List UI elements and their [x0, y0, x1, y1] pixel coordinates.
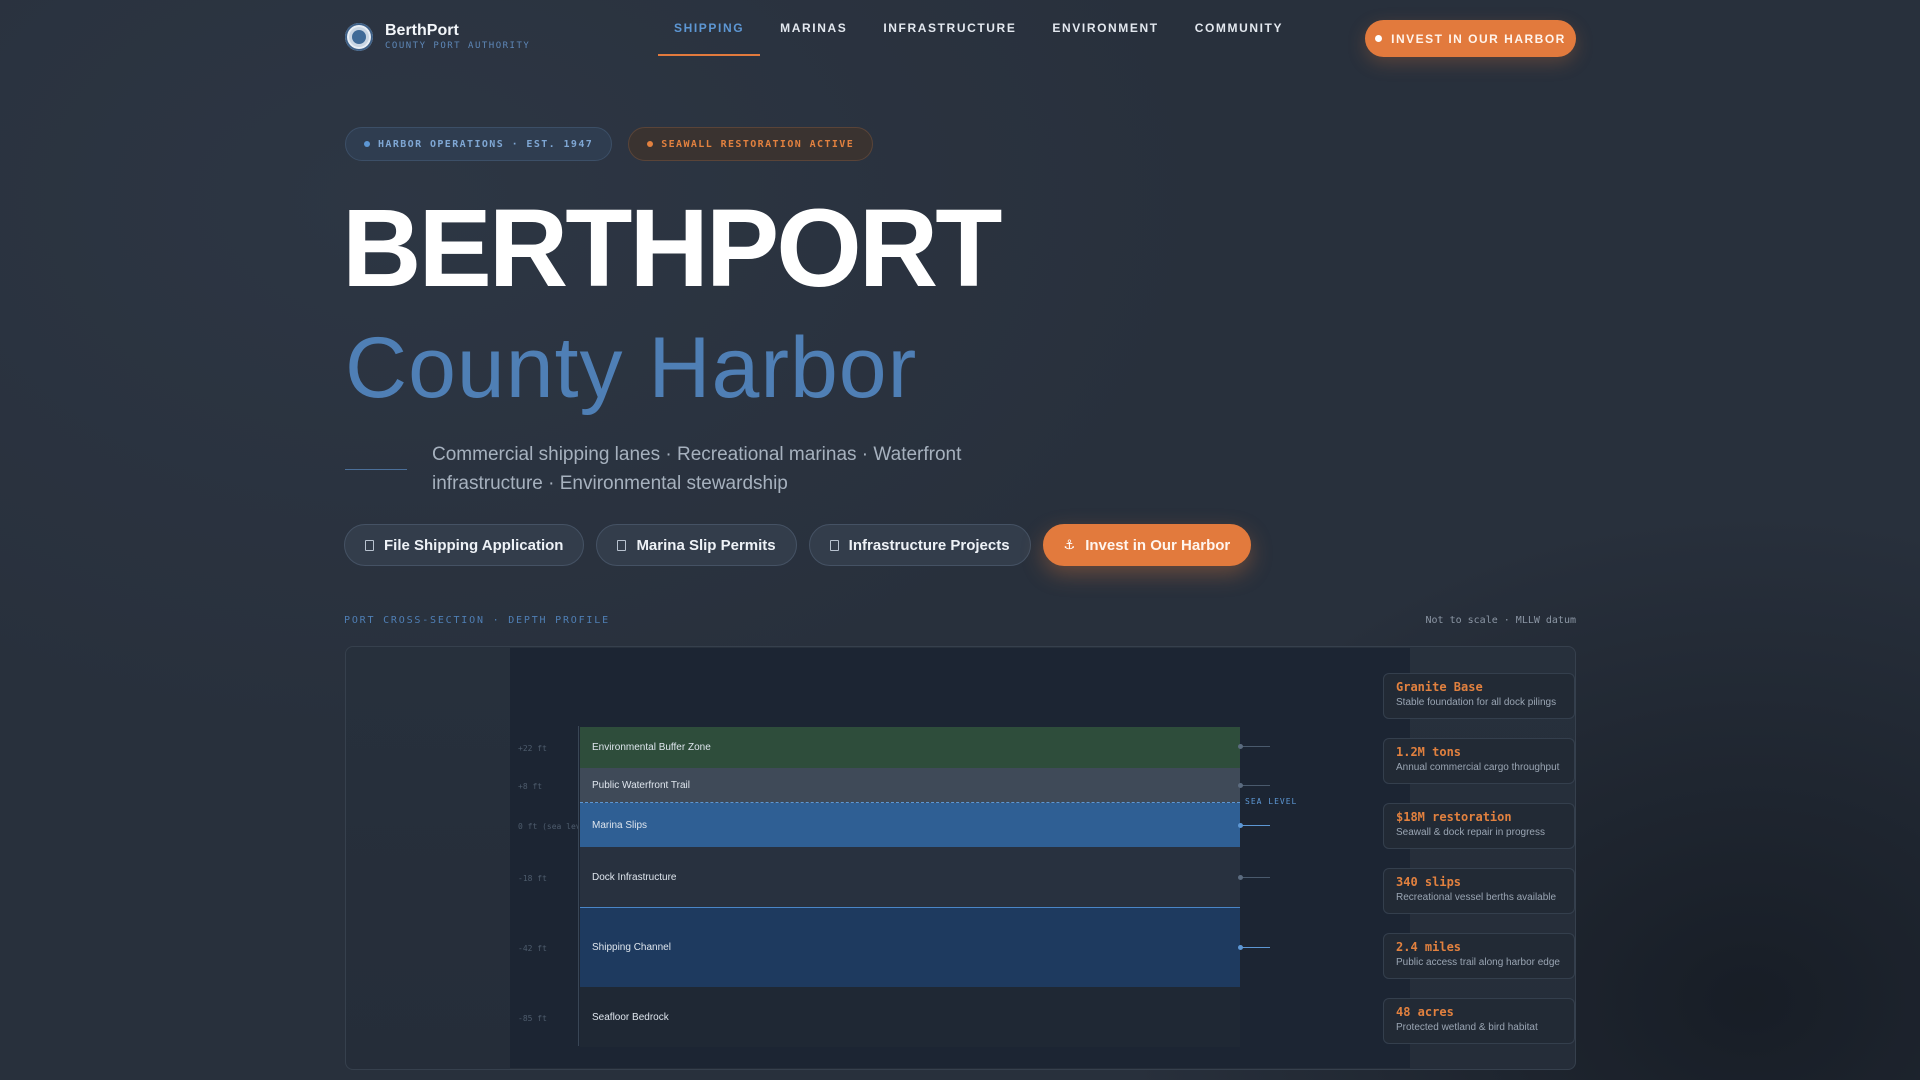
layer-public-waterfront-trail[interactable]: Public Waterfront Trail	[580, 768, 1240, 803]
stat-description: Recreational vessel berths available	[1396, 892, 1557, 903]
layer-connector	[1238, 875, 1270, 880]
stat-value: 48 acres	[1396, 1005, 1454, 1019]
depth-tick: +22 ft	[518, 744, 547, 753]
nav-infrastructure[interactable]: INFRASTRUCTURE	[867, 0, 1032, 56]
layer-marina-slips[interactable]: Marina Slips	[580, 803, 1240, 847]
nav-shipping[interactable]: SHIPPING	[658, 0, 761, 56]
dot-icon	[1375, 35, 1383, 42]
sea-level-label: SEA LEVEL	[1245, 797, 1298, 806]
status-dot-icon	[647, 141, 654, 147]
status-badges: HARBOR OPERATIONS · EST. 1947 SEAWALL RE…	[345, 127, 874, 161]
main-nav: SHIPPING MARINAS INFRASTRUCTURE ENVIRONM…	[658, 0, 1303, 56]
diagram-note: Not to scale · MLLW datum	[1425, 615, 1576, 626]
harbor-seal-icon	[345, 23, 373, 51]
depth-tick: 0 ft (sea level)	[518, 822, 578, 831]
stat-card: 2.4 miles Public access trail along harb…	[1383, 933, 1575, 979]
infrastructure-projects-button[interactable]: Infrastructure Projects	[808, 524, 1031, 566]
document-icon	[829, 539, 839, 551]
document-icon	[617, 539, 627, 551]
hero-actions: File Shipping Application Marina Slip Pe…	[344, 524, 1252, 566]
stat-description: Annual commercial cargo throughput	[1396, 762, 1560, 773]
stat-card: 340 slips Recreational vessel berths ava…	[1383, 868, 1575, 914]
hero-tagline: Commercial shipping lanes · Recreational…	[432, 444, 962, 494]
layer-connector	[1238, 744, 1270, 749]
sea-level-line	[580, 802, 1240, 803]
marina-slip-permits-button[interactable]: Marina Slip Permits	[596, 524, 797, 566]
diagram-label: PORT CROSS-SECTION · DEPTH PROFILE	[344, 615, 610, 626]
layer-connector	[1238, 823, 1270, 828]
layer-environmental-buffer-zone[interactable]: Environmental Buffer Zone	[580, 727, 1240, 768]
stat-description: Protected wetland & bird habitat	[1396, 1022, 1538, 1033]
layer-seafloor-bedrock[interactable]: Seafloor Bedrock	[580, 987, 1240, 1047]
file-shipping-application-button[interactable]: File Shipping Application	[344, 524, 585, 566]
harbor-stats: Granite Base Stable foundation for all d…	[1383, 673, 1575, 1063]
stat-card: Granite Base Stable foundation for all d…	[1383, 673, 1575, 719]
stat-description: Seawall & dock repair in progress	[1396, 827, 1545, 838]
stat-description: Public access trail along harbor edge	[1396, 957, 1560, 968]
invest-nav-button[interactable]: INVEST IN OUR HARBOR	[1365, 20, 1576, 57]
brand-tagline: COUNTY PORT AUTHORITY	[385, 41, 531, 51]
stat-value: Granite Base	[1396, 680, 1483, 694]
stat-value: $18M restoration	[1396, 810, 1512, 824]
stat-description: Stable foundation for all dock pilings	[1396, 697, 1557, 708]
page-subtitle: County Harbor	[345, 320, 918, 416]
layer-connector	[1238, 945, 1270, 950]
depth-tick: -85 ft	[518, 1014, 547, 1023]
document-icon	[365, 539, 374, 551]
anchor-icon: ⚓	[1063, 537, 1076, 552]
brand-logo[interactable]: BerthPort COUNTY PORT AUTHORITY	[345, 22, 530, 52]
layer-connector	[1238, 783, 1270, 788]
stat-card: 1.2M tons Annual commercial cargo throug…	[1383, 738, 1575, 784]
invest-in-harbor-button[interactable]: ⚓ Invest in Our Harbor	[1042, 524, 1252, 566]
restoration-badge: SEAWALL RESTORATION ACTIVE	[628, 127, 874, 161]
stat-value: 340 slips	[1396, 875, 1462, 889]
stat-value: 2.4 miles	[1396, 940, 1462, 954]
depth-axis	[578, 726, 579, 1046]
nav-environment[interactable]: ENVIRONMENT	[1036, 0, 1174, 56]
layer-shipping-channel[interactable]: Shipping Channel	[580, 907, 1240, 987]
layer-dock-infrastructure[interactable]: Dock Infrastructure	[580, 847, 1240, 907]
tagline-divider	[345, 469, 407, 470]
brand-name: BerthPort	[385, 22, 459, 39]
depth-tick: -18 ft	[518, 874, 547, 883]
stat-value: 1.2M tons	[1396, 745, 1462, 759]
invest-nav-label: INVEST IN OUR HARBOR	[1391, 31, 1566, 46]
page-title: BERTHPORT	[342, 187, 1002, 310]
stat-card: 48 acres Protected wetland & bird habita…	[1383, 998, 1575, 1044]
nav-community[interactable]: COMMUNITY	[1179, 0, 1299, 56]
depth-tick: -42 ft	[518, 944, 547, 953]
status-dot-icon	[364, 141, 370, 147]
depth-tick: +8 ft	[518, 782, 543, 791]
top-nav: BerthPort COUNTY PORT AUTHORITY SHIPPING…	[0, 0, 1920, 76]
operations-badge: HARBOR OPERATIONS · EST. 1947	[345, 127, 613, 161]
stat-card: $18M restoration Seawall & dock repair i…	[1383, 803, 1575, 849]
nav-marinas[interactable]: MARINAS	[764, 0, 863, 56]
